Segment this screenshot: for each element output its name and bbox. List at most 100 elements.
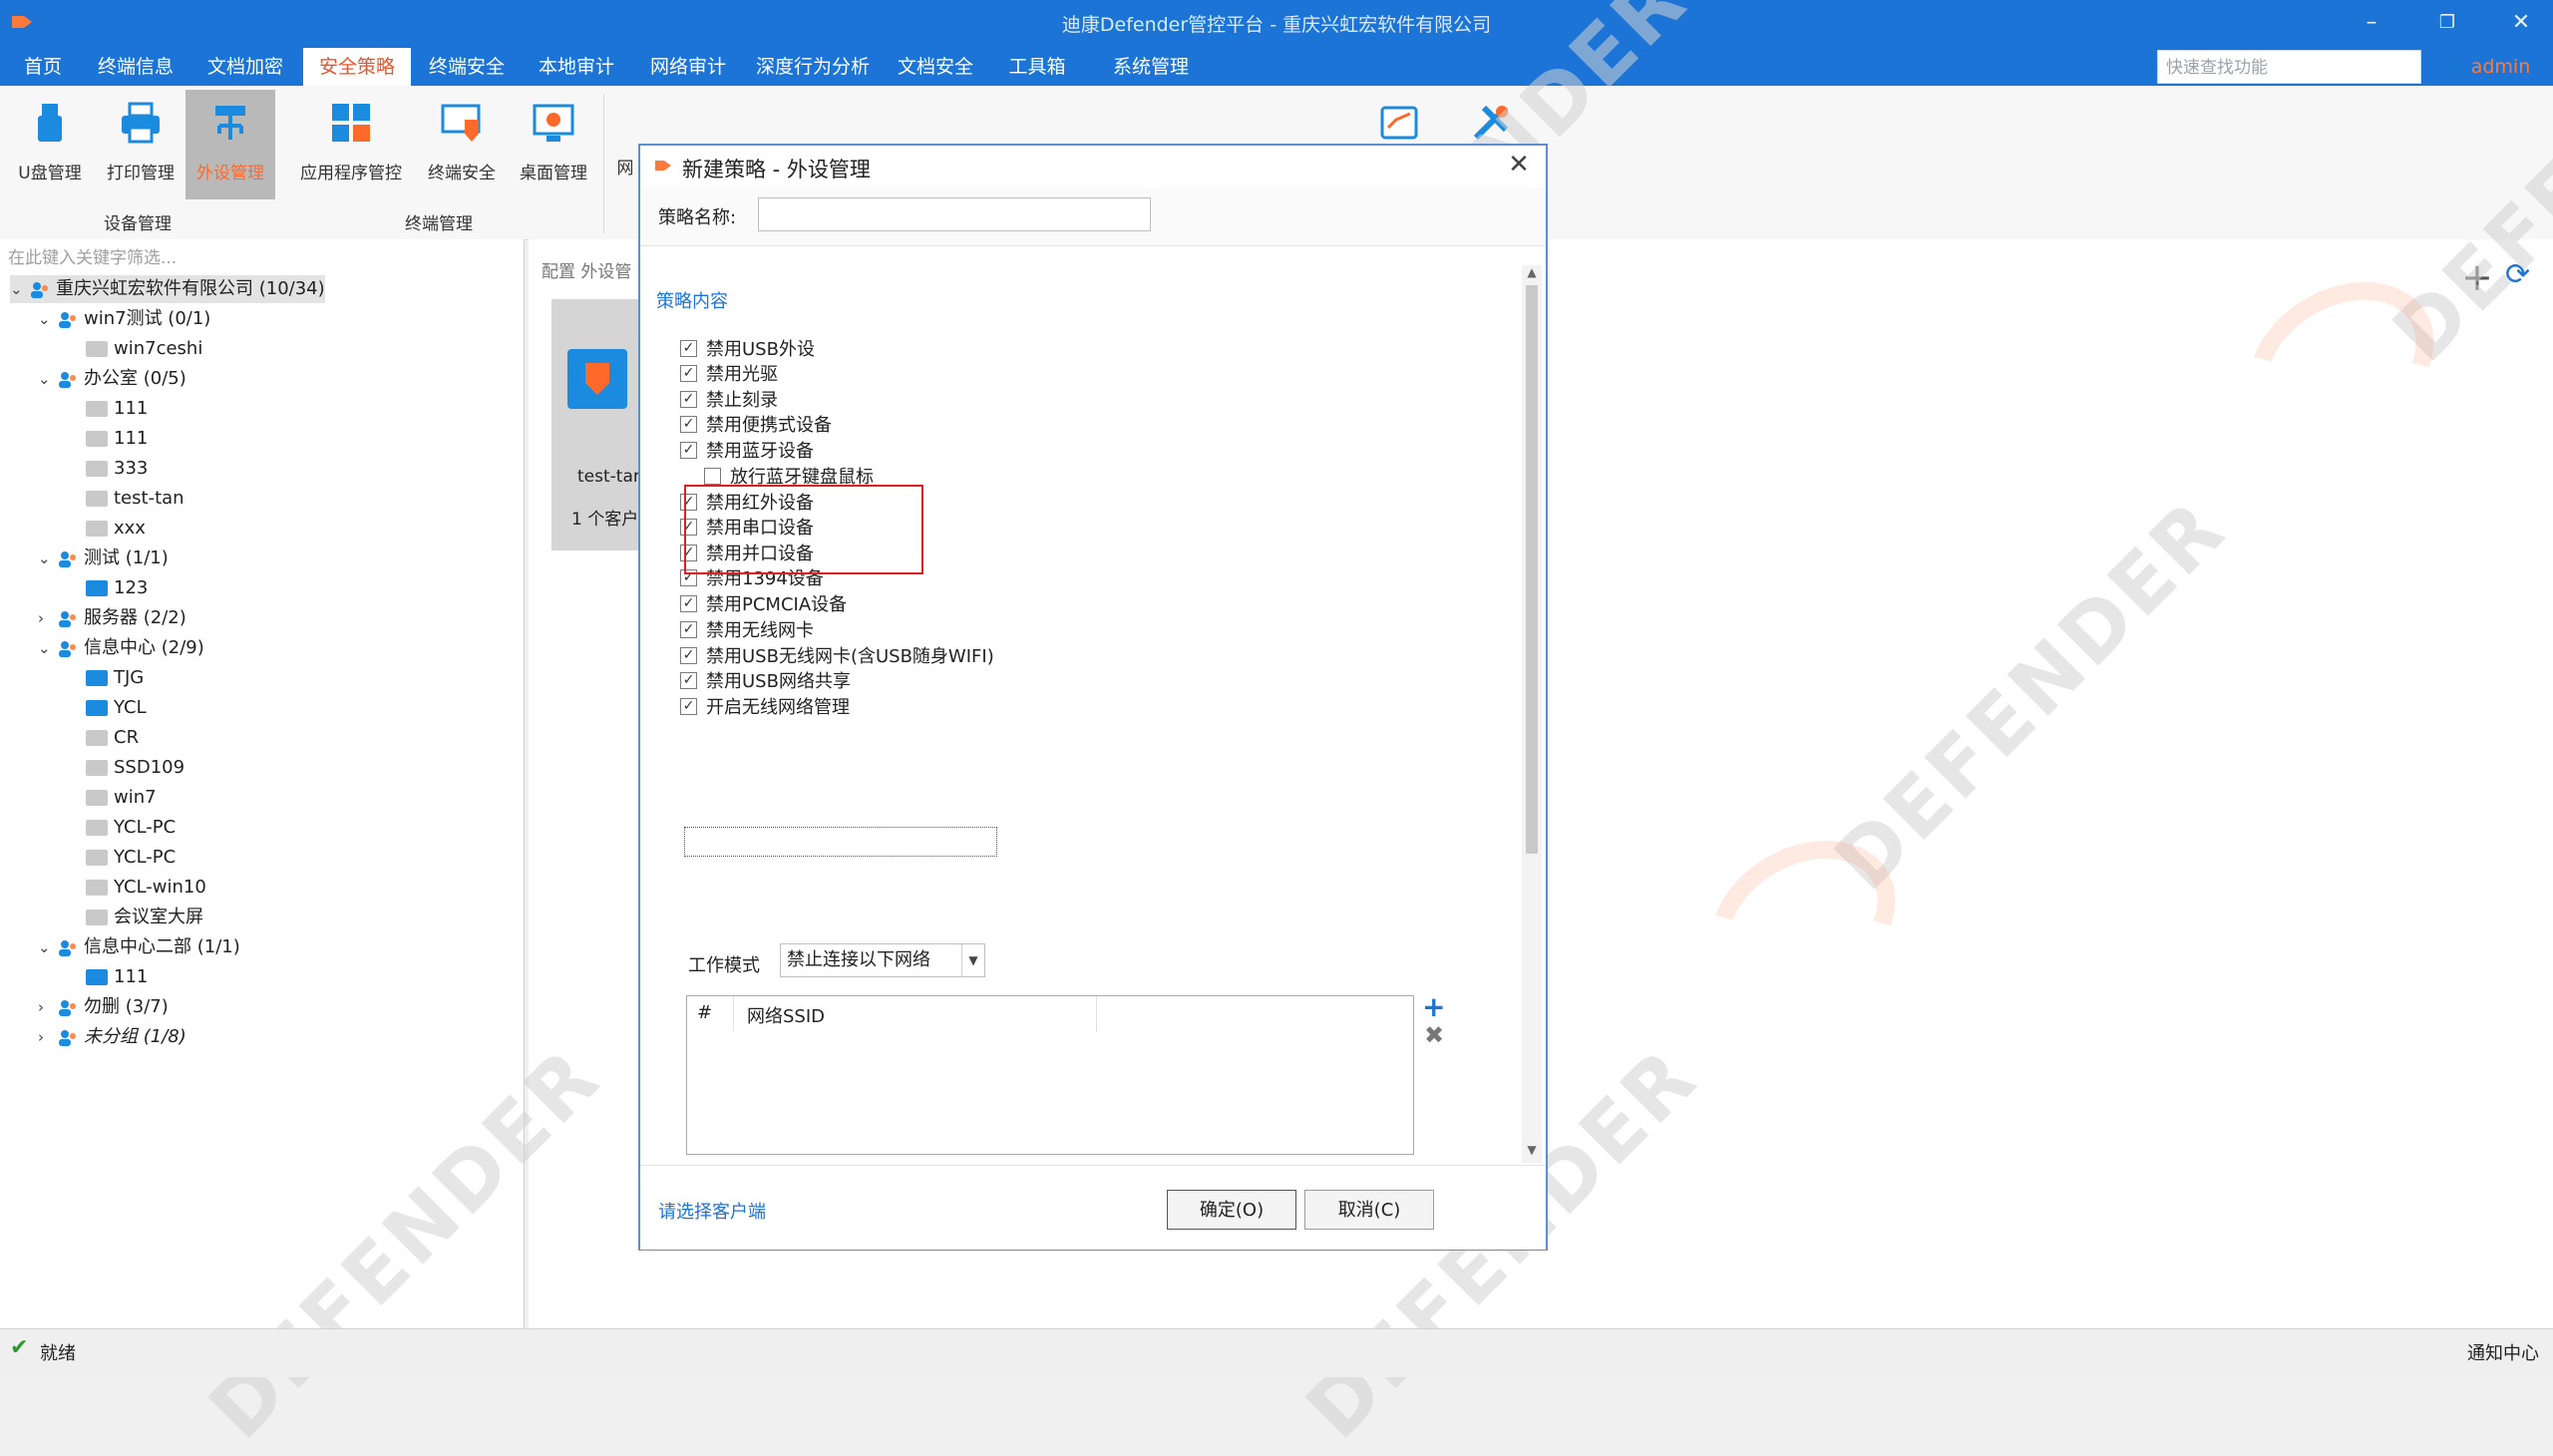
usb-manage-button[interactable]: U盘管理	[6, 90, 94, 199]
print-manage-button[interactable]: 打印管理	[96, 90, 185, 199]
checkbox-checked-icon[interactable]: ✓	[680, 594, 697, 612]
tree-computer-node[interactable]: win7	[66, 784, 157, 812]
checkbox-checked-icon[interactable]: ✓	[680, 441, 697, 459]
tree-group-node[interactable]: ⌄ 信息中心 (2/9)	[38, 634, 204, 662]
tree-computer-node[interactable]: YCL-win10	[66, 874, 206, 902]
checkbox-checked-icon[interactable]: ✓	[680, 646, 697, 664]
tree-computer-node[interactable]: YCL	[66, 694, 147, 722]
chevron-right-icon[interactable]: ›	[38, 604, 58, 632]
delete-ssid-icon[interactable]: ✖	[1424, 1023, 1444, 1047]
terminal-security-button[interactable]: 终端安全	[417, 90, 507, 199]
tree-node-label: 测试 (1/1)	[84, 547, 169, 568]
minimize-icon[interactable]: –	[2352, 8, 2391, 38]
checkbox-checked-icon[interactable]: ✓	[680, 390, 697, 408]
network-button[interactable]: 网	[610, 90, 640, 199]
tree-computer-node[interactable]: test-tan	[66, 485, 184, 513]
tree-computer-node[interactable]: 111	[66, 425, 148, 453]
close-icon[interactable]: ✕	[2501, 8, 2541, 38]
menu-doc-encrypt[interactable]: 文档加密	[195, 48, 295, 86]
checkbox-checked-icon[interactable]: ✓	[680, 697, 697, 715]
app-control-button[interactable]: 应用程序管控	[289, 90, 413, 199]
notification-center-link[interactable]: 通知中心	[2467, 1339, 2539, 1365]
peripheral-manage-button[interactable]: 外设管理	[185, 90, 275, 199]
tree-computer-node[interactable]: 123	[66, 574, 148, 602]
tree-group-node[interactable]: ⌄ 测试 (1/1)	[38, 545, 169, 572]
restore-icon[interactable]: ❐	[2427, 8, 2467, 38]
menu-local-audit[interactable]: 本地审计	[527, 48, 626, 86]
tree-computer-node[interactable]: win7ceshi	[66, 335, 202, 363]
tree-group-node[interactable]: ⌄ 办公室 (0/5)	[38, 365, 186, 393]
chevron-down-icon[interactable]: ⌄	[38, 933, 58, 961]
menu-toolbox[interactable]: 工具箱	[997, 48, 1077, 86]
tree-filter-input[interactable]: 在此键入关键字筛选...	[8, 243, 177, 268]
chevron-down-icon[interactable]: ⌄	[10, 275, 30, 303]
policy-option-checkbox[interactable]: ✓ 禁用USB外设	[680, 337, 815, 363]
policy-option-checkbox[interactable]: ✓ 禁用蓝牙设备	[680, 439, 814, 465]
ssid-table[interactable]: # 网络SSID	[686, 995, 1414, 1155]
tools-icon[interactable]	[1468, 100, 1514, 146]
tree-computer-node[interactable]: 111	[66, 963, 148, 991]
menu-network-audit[interactable]: 网络审计	[638, 48, 738, 86]
chevron-down-icon[interactable]: ⌄	[38, 545, 58, 572]
policy-option-checkbox[interactable]: ✓ 禁用无线网卡	[680, 618, 814, 644]
tree-group-node[interactable]: ⌄ 重庆兴虹宏软件有限公司 (10/34)	[10, 275, 325, 303]
chevron-down-icon[interactable]: ⌄	[38, 365, 58, 393]
policy-option-checkbox[interactable]: ✓ 禁用USB网络共享	[680, 669, 851, 695]
policy-option-checkbox[interactable]: ✓ 禁用PCMCIA设备	[680, 592, 847, 618]
remote-desktop-icon[interactable]	[1376, 100, 1422, 146]
menu-behavior-analysis[interactable]: 深度行为分析	[750, 48, 876, 86]
tree-computer-node[interactable]: 会议室大屏	[66, 904, 203, 931]
dialog-scrollbar[interactable]: ▲ ▼	[1522, 265, 1542, 1163]
add-ssid-icon[interactable]: +	[1422, 993, 1445, 1021]
tree-computer-node[interactable]: 333	[66, 455, 148, 483]
work-mode-select[interactable]: 禁止连接以下网络 ▼	[780, 943, 985, 977]
ok-button[interactable]: 确定(O)	[1167, 1190, 1296, 1230]
tree-group-node[interactable]: › 服务器 (2/2)	[38, 604, 186, 632]
chevron-down-icon[interactable]: ⌄	[38, 634, 58, 662]
policy-option-checkbox[interactable]: ✓ 禁用USB无线网卡(含USB随身WIFI)	[680, 644, 994, 670]
tree-group-node[interactable]: › 勿删 (3/7)	[38, 993, 169, 1021]
menu-security-policy[interactable]: 安全策略	[303, 48, 411, 86]
user-menu[interactable]: 👤 admin	[2441, 50, 2530, 84]
chevron-down-icon[interactable]: ⌄	[38, 305, 58, 333]
menu-terminal-info[interactable]: 终端信息	[86, 48, 185, 86]
tree-computer-node[interactable]: YCL-PC	[66, 844, 176, 872]
policy-option-checkbox[interactable]: ✓ 禁用便携式设备	[680, 413, 832, 439]
tree-computer-node[interactable]: CR	[66, 724, 139, 752]
scroll-up-icon[interactable]: ▲	[1522, 265, 1542, 283]
tree-group-node[interactable]: ⌄ win7测试 (0/1)	[38, 305, 210, 333]
desktop-manage-button[interactable]: 桌面管理	[509, 90, 598, 199]
add-icon[interactable]: +	[2461, 255, 2493, 299]
quick-search-input[interactable]: 快速查找功能	[2157, 50, 2421, 84]
checkbox-checked-icon[interactable]: ✓	[680, 415, 697, 433]
policy-option-checkbox[interactable]: ✓ 开启无线网络管理	[680, 695, 850, 721]
checkbox-checked-icon[interactable]: ✓	[680, 671, 697, 689]
scrollbar-thumb[interactable]	[1526, 285, 1538, 854]
policy-name-input[interactable]	[758, 197, 1151, 231]
tree-group-node[interactable]: › 未分组 (1/8)	[38, 1023, 186, 1051]
checkbox-checked-icon[interactable]: ✓	[680, 364, 697, 382]
refresh-icon[interactable]: ⟳	[2505, 257, 2530, 292]
chevron-down-icon[interactable]: ▼	[961, 944, 984, 976]
checkbox-unchecked-icon[interactable]	[704, 467, 721, 485]
select-clients-link[interactable]: 请选择客户端	[658, 1198, 766, 1224]
scroll-down-icon[interactable]: ▼	[1522, 1143, 1542, 1161]
menu-terminal-security[interactable]: 终端安全	[417, 48, 517, 86]
tree-group-node[interactable]: ⌄ 信息中心二部 (1/1)	[38, 933, 240, 961]
chevron-right-icon[interactable]: ›	[38, 993, 58, 1021]
checkbox-checked-icon[interactable]: ✓	[680, 620, 697, 638]
policy-option-checkbox[interactable]: ✓ 禁止刻录	[680, 388, 778, 414]
menu-doc-security[interactable]: 文档安全	[886, 48, 985, 86]
menu-home[interactable]: 首页	[8, 48, 78, 86]
cancel-button[interactable]: 取消(C)	[1304, 1190, 1434, 1230]
tree-computer-node[interactable]: YCL-PC	[66, 814, 176, 842]
chevron-right-icon[interactable]: ›	[38, 1023, 58, 1051]
dialog-close-icon[interactable]: ✕	[1504, 150, 1534, 180]
tree-computer-node[interactable]: 111	[66, 395, 148, 423]
tree-computer-node[interactable]: TJG	[66, 664, 144, 692]
policy-option-checkbox[interactable]: ✓ 禁用光驱	[680, 362, 778, 388]
menu-system-admin[interactable]: 系统管理	[1087, 48, 1215, 86]
tree-computer-node[interactable]: xxx	[66, 515, 146, 543]
checkbox-checked-icon[interactable]: ✓	[680, 339, 697, 357]
tree-computer-node[interactable]: SSD109	[66, 754, 184, 782]
